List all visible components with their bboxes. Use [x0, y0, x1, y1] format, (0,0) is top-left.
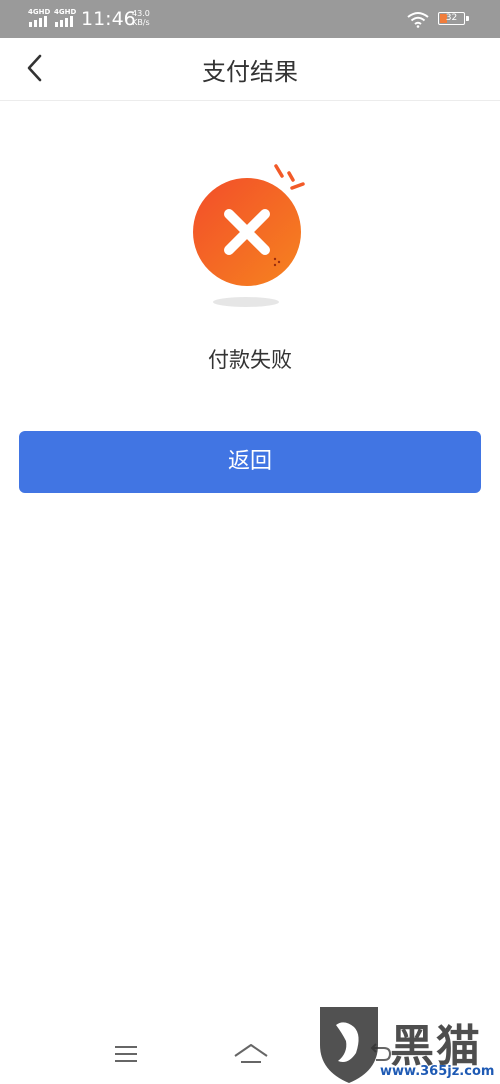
error-x-icon	[193, 164, 305, 307]
signal-icon: 4GHD	[28, 8, 51, 27]
speed-unit: KB/s	[132, 18, 150, 27]
status-bar: 4GHD 4GHD 11:46 43.0 KB/s 32	[0, 0, 500, 38]
home-icon[interactable]	[233, 1040, 269, 1068]
header: 支付结果	[0, 38, 500, 101]
clock: 11:46	[81, 8, 136, 30]
network-type: 4GHD	[54, 8, 77, 16]
network-type: 4GHD	[28, 8, 51, 16]
battery-level: 32	[445, 13, 458, 23]
network-speed: 43.0 KB/s	[132, 9, 150, 27]
page-title: 支付结果	[202, 58, 298, 86]
wifi-icon	[407, 12, 429, 28]
watermark-url: www.365jz.com	[380, 1064, 495, 1079]
speed-value: 43.0	[132, 9, 150, 18]
result-message: 付款失败	[208, 348, 292, 372]
battery-icon: 32	[438, 12, 469, 25]
menu-icon[interactable]	[113, 1040, 139, 1068]
return-button[interactable]: 返回	[19, 431, 481, 493]
signal-icon: 4GHD	[54, 8, 77, 27]
